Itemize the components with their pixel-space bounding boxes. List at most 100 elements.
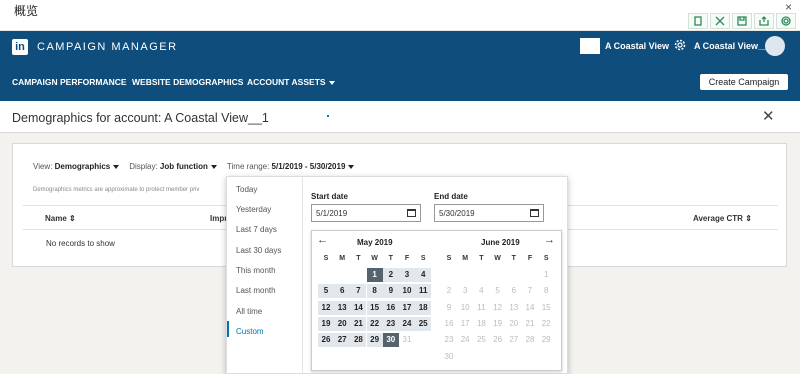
account-switcher[interactable]: A Coastal View__1: [694, 41, 773, 51]
range-this-month[interactable]: This month: [236, 266, 276, 275]
calendar-day[interactable]: 2: [441, 284, 457, 298]
file-icon[interactable]: [688, 13, 708, 29]
range-custom[interactable]: Custom: [236, 327, 264, 336]
calendar-day[interactable]: 9: [441, 301, 457, 315]
calendar-day[interactable]: 2: [382, 268, 399, 282]
calendar-day[interactable]: 31: [399, 333, 415, 347]
calendar-day[interactable]: 6: [506, 284, 522, 298]
calendar-icon[interactable]: [530, 209, 539, 217]
nav-campaign-performance[interactable]: CAMPAIGN PERFORMANCE: [12, 77, 127, 87]
nav-website-demographics[interactable]: WEBSITE DEMOGRAPHICS: [132, 77, 243, 87]
calendar-day[interactable]: 1: [366, 268, 383, 282]
calendar-day[interactable]: 7: [522, 284, 538, 298]
calendar-day[interactable]: 24: [457, 333, 473, 347]
calendar-day[interactable]: 18: [415, 300, 432, 315]
calendar-day[interactable]: 8: [538, 284, 554, 298]
prev-month-arrow-icon[interactable]: ←: [317, 234, 328, 246]
calendar-day[interactable]: 23: [441, 333, 457, 347]
column-impressions[interactable]: Impr: [210, 214, 227, 223]
range-yesterday[interactable]: Yesterday: [236, 205, 271, 214]
calendar-day[interactable]: 27: [506, 333, 522, 347]
create-campaign-button[interactable]: Create Campaign: [700, 74, 788, 90]
display-filter[interactable]: Display: Job function: [129, 162, 217, 171]
avatar[interactable]: [765, 36, 785, 56]
column-average-ctr[interactable]: Average CTR ⇕: [693, 214, 752, 223]
start-date-input[interactable]: 5/1/2019: [311, 204, 421, 222]
calendar-day[interactable]: 15: [538, 301, 554, 315]
range-last-7-days[interactable]: Last 7 days: [236, 225, 277, 234]
calendar-day[interactable]: 8: [366, 284, 383, 299]
calendar-day[interactable]: 4: [415, 268, 432, 282]
calendar-day[interactable]: 29: [538, 333, 554, 347]
calendar-day[interactable]: 19: [490, 317, 506, 331]
calendar-day[interactable]: 17: [399, 300, 415, 315]
calendar-day[interactable]: 18: [473, 317, 489, 331]
nav-account-assets[interactable]: ACCOUNT ASSETS: [247, 77, 335, 87]
calendar-day[interactable]: 5: [490, 284, 506, 298]
end-date-value: 5/30/2019: [439, 209, 475, 218]
calendar-day[interactable]: 12: [490, 301, 506, 315]
calendar-day[interactable]: 16: [382, 300, 399, 315]
calendar-day[interactable]: 24: [399, 316, 415, 331]
calendar-day[interactable]: 21: [522, 317, 538, 331]
calendar-day[interactable]: 3: [399, 268, 415, 282]
calendar-day[interactable]: 10: [399, 284, 415, 299]
calendar-day[interactable]: 17: [457, 317, 473, 331]
account-thumbnail[interactable]: [580, 38, 600, 54]
window-close-button[interactable]: ×: [785, 0, 792, 14]
calendar-day[interactable]: 20: [506, 317, 522, 331]
calendar-day[interactable]: 29: [366, 333, 383, 348]
next-month-arrow-icon[interactable]: →: [544, 234, 555, 246]
calendar-day[interactable]: 15: [366, 300, 383, 315]
calendar-day[interactable]: 23: [382, 316, 399, 331]
calendar-day[interactable]: 4: [473, 284, 489, 298]
calendar-day[interactable]: 14: [522, 301, 538, 315]
linkedin-logo[interactable]: in: [12, 39, 28, 55]
time-range-filter[interactable]: Time range: 5/1/2019 - 5/30/2019: [227, 162, 355, 171]
calendar-day[interactable]: 22: [366, 316, 383, 331]
calendar-day[interactable]: 7: [350, 284, 367, 299]
calendar-day[interactable]: 11: [473, 301, 489, 315]
calendar-day[interactable]: 22: [538, 317, 554, 331]
range-all-time[interactable]: All time: [236, 307, 262, 316]
calendar-day[interactable]: 28: [350, 333, 367, 348]
calendar-day[interactable]: 19: [318, 316, 334, 331]
calendar-day[interactable]: 20: [334, 316, 351, 331]
calendar-icon[interactable]: [407, 209, 416, 217]
calendar-day[interactable]: 25: [473, 333, 489, 347]
end-date-input[interactable]: 5/30/2019: [434, 204, 544, 222]
calendar-day[interactable]: 10: [457, 301, 473, 315]
account-name[interactable]: A Coastal View: [605, 41, 669, 51]
expand-icon[interactable]: [710, 13, 730, 29]
calendar-day[interactable]: 28: [522, 333, 538, 347]
settings-icon[interactable]: [776, 13, 796, 29]
calendar-day[interactable]: 30: [441, 350, 457, 364]
calendar-day[interactable]: 11: [415, 284, 432, 299]
gear-icon[interactable]: [673, 38, 687, 52]
column-name[interactable]: Name ⇕: [45, 214, 76, 223]
calendar-day[interactable]: 30: [382, 333, 399, 348]
calendar-day[interactable]: 16: [441, 317, 457, 331]
range-last-month[interactable]: Last month: [236, 286, 276, 295]
calendar-day[interactable]: 12: [318, 300, 334, 315]
app-header: in CAMPAIGN MANAGER A Coastal View A Coa…: [0, 31, 800, 101]
calendar-day[interactable]: 5: [318, 284, 334, 299]
calendar-day[interactable]: 1: [538, 268, 554, 282]
range-last-30-days[interactable]: Last 30 days: [236, 246, 281, 255]
calendar-day[interactable]: 25: [415, 316, 432, 331]
calendar-day[interactable]: 6: [334, 284, 351, 299]
close-icon[interactable]: ✕: [762, 107, 775, 125]
save-icon[interactable]: [732, 13, 752, 29]
range-today[interactable]: Today: [236, 185, 257, 194]
view-filter[interactable]: View: Demographics: [33, 162, 120, 171]
calendar-day[interactable]: 26: [318, 333, 334, 348]
calendar-day[interactable]: 9: [382, 284, 399, 299]
calendar-day[interactable]: 27: [334, 333, 351, 348]
calendar-day[interactable]: 26: [490, 333, 506, 347]
calendar-day[interactable]: 13: [506, 301, 522, 315]
calendar-day[interactable]: 14: [350, 300, 367, 315]
export-icon[interactable]: [754, 13, 774, 29]
calendar-day[interactable]: 3: [457, 284, 473, 298]
calendar-day[interactable]: 13: [334, 300, 351, 315]
calendar-day[interactable]: 21: [350, 316, 367, 331]
